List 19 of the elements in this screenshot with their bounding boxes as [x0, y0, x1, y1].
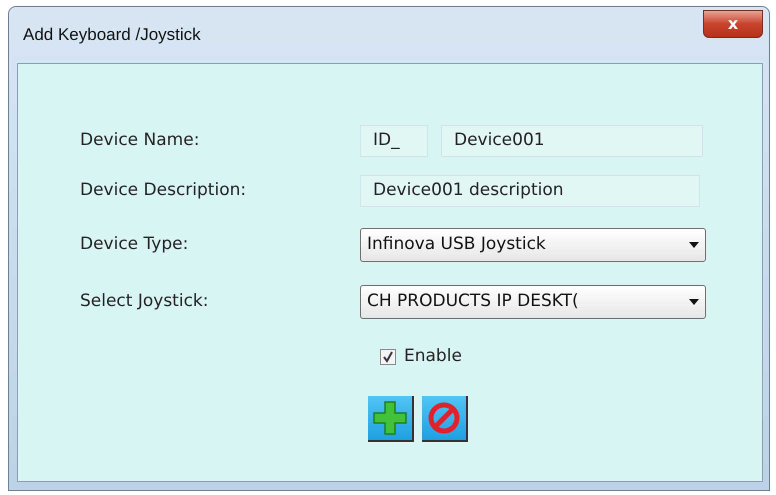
- add-button[interactable]: [368, 396, 414, 442]
- field-label: Device Description:: [80, 179, 248, 202]
- close-button[interactable]: x: [703, 10, 763, 38]
- checkbox[interactable]: [380, 348, 396, 365]
- dropdown[interactable]: Infinova USB Joystick: [360, 228, 706, 262]
- id-prefix: ID_: [360, 125, 428, 157]
- dropdown[interactable]: CH PRODUCTS IP DESKT(: [360, 284, 706, 318]
- prohibited-icon: [427, 400, 461, 434]
- window-title: Add Keyboard /Joystick: [23, 24, 201, 46]
- field-label: Device Name:: [80, 129, 200, 152]
- field-label: Select Joystick:: [80, 290, 210, 313]
- checkbox-label: Enable: [404, 345, 462, 368]
- plus-icon: [372, 400, 408, 436]
- caret-icon: [689, 298, 699, 304]
- cancel-button[interactable]: [422, 396, 468, 442]
- input-field[interactable]: Device001 description: [360, 175, 700, 207]
- field-label: Device Type:: [80, 232, 190, 256]
- caret-icon: [689, 242, 699, 248]
- input-field[interactable]: Device001: [441, 125, 703, 157]
